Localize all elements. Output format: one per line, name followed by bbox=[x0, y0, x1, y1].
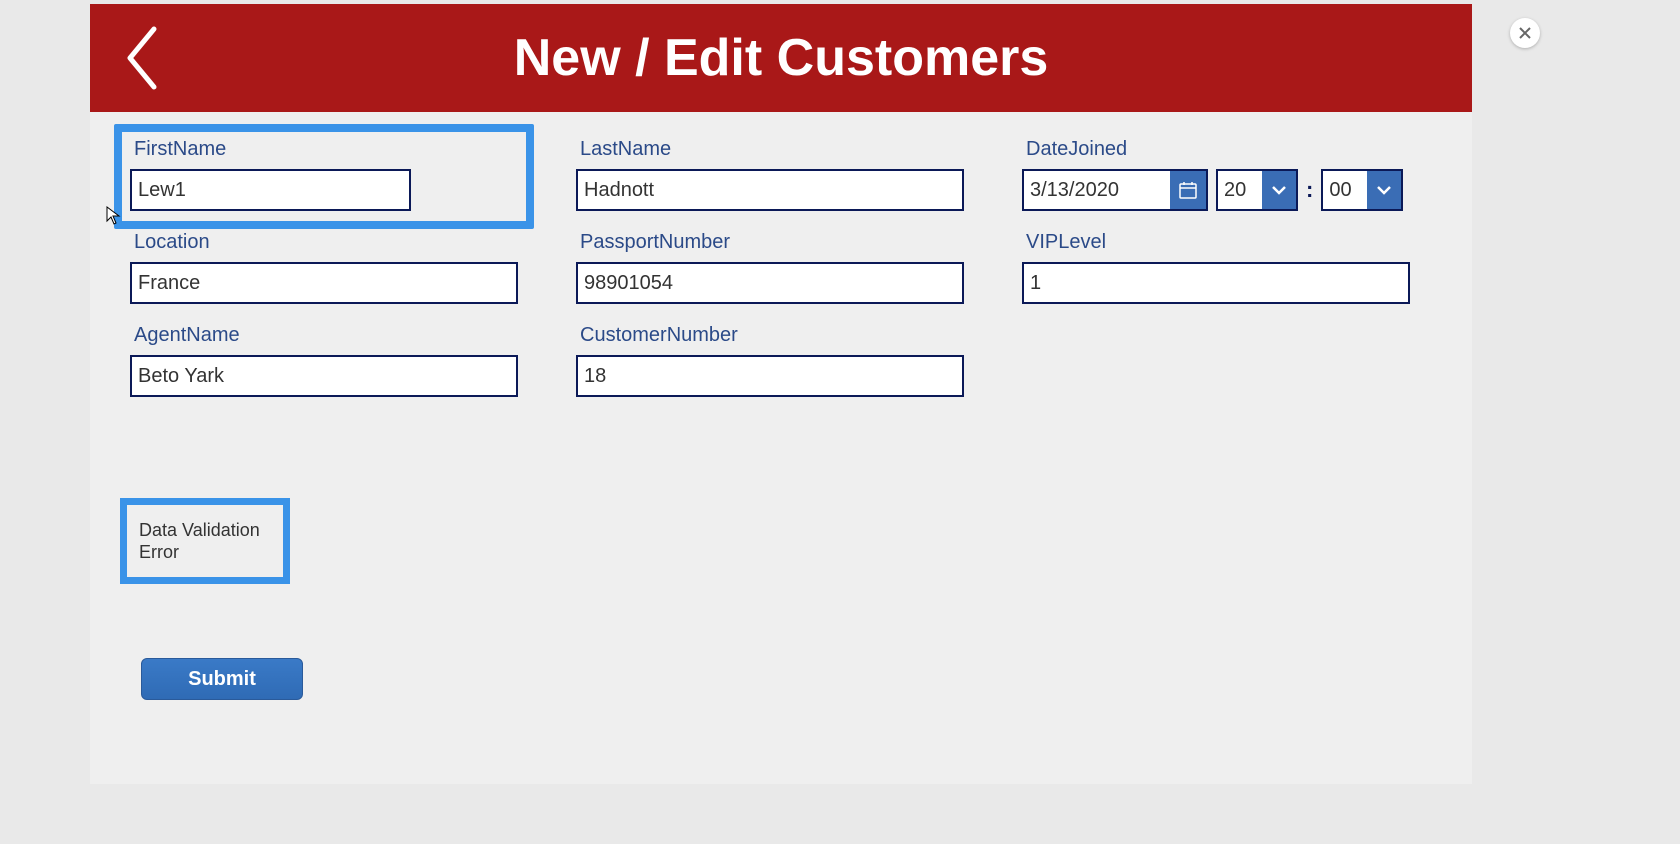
minute-input[interactable] bbox=[1323, 171, 1367, 209]
close-button[interactable] bbox=[1510, 18, 1540, 48]
customernumber-input[interactable] bbox=[576, 355, 964, 397]
minute-select bbox=[1321, 169, 1403, 211]
calendar-icon bbox=[1179, 181, 1197, 199]
location-input[interactable] bbox=[130, 262, 518, 304]
lastname-input[interactable] bbox=[576, 169, 964, 211]
form-area: FirstName LastName DateJoined bbox=[90, 112, 1472, 397]
time-separator: : bbox=[1306, 177, 1313, 203]
field-location: Location bbox=[130, 231, 518, 304]
firstname-label: FirstName bbox=[130, 138, 518, 161]
field-agentname: AgentName bbox=[130, 324, 518, 397]
field-passportnumber: PassportNumber bbox=[576, 231, 964, 304]
passportnumber-input[interactable] bbox=[576, 262, 964, 304]
chevron-down-icon bbox=[1270, 184, 1288, 196]
location-label: Location bbox=[130, 231, 518, 254]
minute-dropdown-button[interactable] bbox=[1367, 171, 1401, 209]
firstname-highlight: FirstName bbox=[114, 124, 534, 229]
date-picker-button[interactable] bbox=[1170, 171, 1206, 209]
header-bar: New / Edit Customers bbox=[90, 4, 1472, 112]
datejoined-label: DateJoined bbox=[1022, 138, 1410, 161]
datejoined-group: : bbox=[1022, 169, 1410, 211]
page-title: New / Edit Customers bbox=[514, 28, 1049, 88]
customernumber-label: CustomerNumber bbox=[576, 324, 964, 347]
date-box bbox=[1022, 169, 1208, 211]
validation-error-box: Data Validation Error bbox=[120, 498, 290, 584]
viplevel-input[interactable] bbox=[1022, 262, 1410, 304]
field-viplevel: VIPLevel bbox=[1022, 231, 1410, 304]
date-input[interactable] bbox=[1024, 171, 1170, 209]
viplevel-label: VIPLevel bbox=[1022, 231, 1410, 254]
agentname-label: AgentName bbox=[130, 324, 518, 347]
close-icon bbox=[1518, 26, 1532, 40]
submit-button[interactable]: Submit bbox=[141, 658, 303, 700]
field-lastname: LastName bbox=[576, 138, 964, 211]
form-row-3: AgentName CustomerNumber bbox=[130, 324, 1432, 397]
agentname-input[interactable] bbox=[130, 355, 518, 397]
field-customernumber: CustomerNumber bbox=[576, 324, 964, 397]
firstname-input[interactable] bbox=[130, 169, 411, 211]
passportnumber-label: PassportNumber bbox=[576, 231, 964, 254]
hour-dropdown-button[interactable] bbox=[1262, 171, 1296, 209]
validation-error-text: Data Validation Error bbox=[139, 519, 271, 564]
chevron-left-icon bbox=[122, 23, 162, 93]
field-datejoined: DateJoined bbox=[1022, 138, 1410, 211]
back-button[interactable] bbox=[120, 22, 164, 94]
lastname-label: LastName bbox=[576, 138, 964, 161]
form-row-1: FirstName LastName DateJoined bbox=[130, 138, 1432, 211]
hour-input[interactable] bbox=[1218, 171, 1262, 209]
app-window: New / Edit Customers FirstName LastName … bbox=[90, 4, 1472, 784]
form-row-2: Location PassportNumber VIPLevel bbox=[130, 231, 1432, 304]
field-firstname: FirstName bbox=[130, 138, 518, 211]
hour-select bbox=[1216, 169, 1298, 211]
chevron-down-icon bbox=[1375, 184, 1393, 196]
